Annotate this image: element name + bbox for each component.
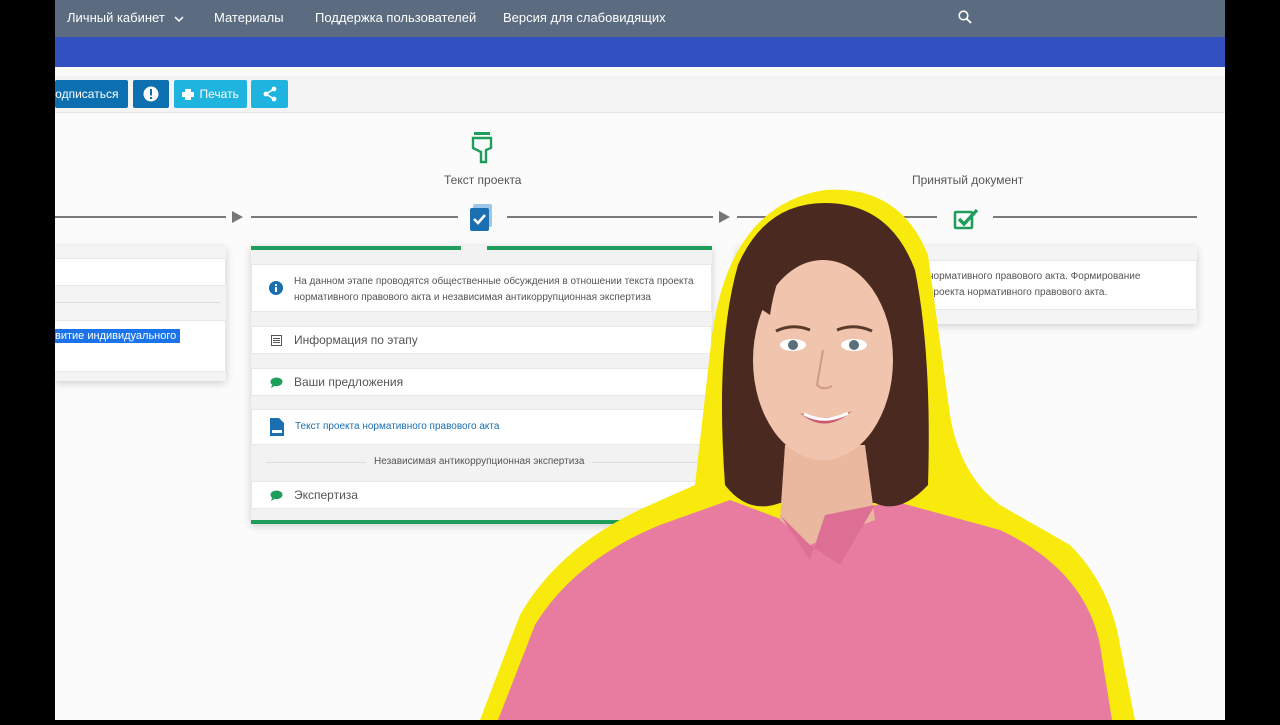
left-card-row: витие индивидуального: [55, 320, 226, 372]
nav-account-label: Личный кабинет: [67, 10, 165, 25]
draft-document-link[interactable]: Текст проекта нормативного правового акт…: [295, 421, 499, 432]
hand-pointing-icon: [471, 132, 493, 164]
left-stage-card: витие индивидуального: [55, 246, 226, 381]
share-button[interactable]: [251, 80, 288, 108]
printer-icon: [182, 89, 195, 101]
left-card-row: [55, 258, 226, 286]
comment-icon: [270, 377, 283, 388]
exclamation-icon: [143, 86, 159, 102]
subscribe-button[interactable]: Подписаться: [55, 80, 128, 108]
nav-support[interactable]: Поддержка пользователей: [315, 10, 476, 25]
timeline-line: [55, 216, 226, 218]
print-button[interactable]: Печать: [174, 80, 247, 108]
progress-bar: [251, 246, 461, 250]
proposals-label: Ваши предложения: [294, 375, 404, 389]
nav-account[interactable]: Личный кабинет: [67, 10, 184, 25]
subscribe-label: Подписаться: [55, 87, 119, 101]
list-icon: [271, 335, 282, 346]
print-label: Печать: [199, 87, 239, 101]
presenter-illustration: [480, 189, 1135, 720]
document-toolbar: Подписаться Печать: [55, 76, 1225, 113]
nav-materials[interactable]: Материалы: [214, 10, 284, 25]
share-icon: [263, 86, 276, 102]
presenter-photo: [480, 185, 1140, 720]
comment-icon: [270, 490, 283, 501]
selected-text: витие индивидуального: [55, 329, 181, 343]
stage-info-label: Информация по этапу: [294, 333, 418, 347]
info-icon: [269, 281, 283, 295]
nav-accessibility[interactable]: Версия для слабовидящих: [503, 10, 666, 25]
timeline-line: [251, 216, 458, 218]
timeline-arrow: [232, 211, 243, 223]
expertise-label: Экспертиза: [294, 488, 358, 502]
report-button[interactable]: [133, 80, 169, 108]
divider: [55, 302, 220, 303]
top-navigation: Личный кабинет Материалы Поддержка польз…: [55, 0, 1225, 37]
document-icon: [270, 418, 284, 436]
search-icon[interactable]: [958, 10, 972, 24]
header-band: [55, 37, 1225, 67]
chevron-down-icon: [174, 16, 184, 22]
